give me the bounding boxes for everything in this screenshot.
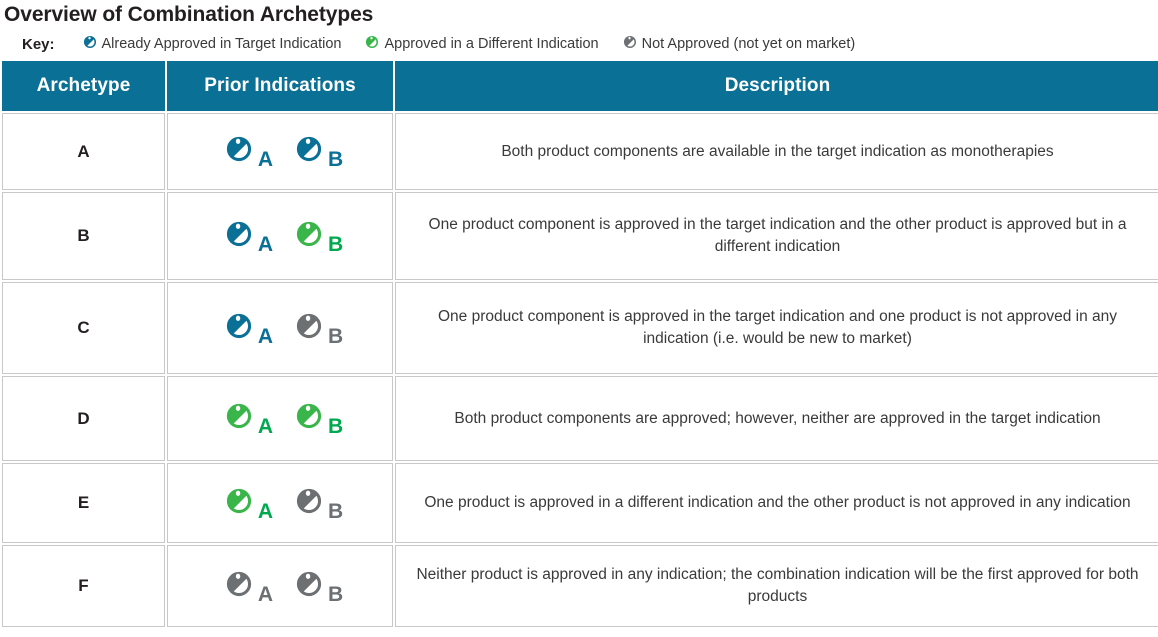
pill-letter: B	[328, 148, 344, 171]
pill-pair: AB	[168, 127, 392, 176]
key-item-label: Already Approved in Target Indication	[101, 36, 342, 52]
table-body: A A B Both product components are available…	[2, 113, 1158, 627]
pill-icon-gray	[217, 562, 261, 611]
pill-icon-blue	[217, 212, 261, 261]
archetype-letter-cell: B	[2, 192, 165, 280]
pill-group: B	[287, 212, 343, 261]
pill-icon-green	[287, 394, 331, 443]
page-title: Overview of Combination Archetypes	[4, 3, 374, 26]
pill-letter: B	[328, 582, 344, 606]
pill-group: B	[287, 304, 343, 353]
pill-letter: B	[328, 499, 344, 523]
table-row: C A B One product component is approved in …	[2, 282, 1158, 374]
pill-icon-gray	[287, 479, 331, 528]
column-header-prior-indications: Prior Indications	[167, 61, 393, 111]
pill-group: A	[217, 562, 273, 611]
pill-group: A	[217, 479, 273, 528]
pill-icon-blue	[79, 31, 101, 58]
pill-group: B	[287, 562, 343, 611]
pill-icon-gray	[287, 304, 331, 353]
table-row: E A B One product is approved in a differen…	[2, 463, 1158, 543]
archetype-letter-cell: D	[2, 376, 165, 461]
pill-letter: A	[257, 499, 273, 523]
pill-icon-green	[217, 479, 261, 528]
pill-letter: A	[257, 582, 273, 606]
table-row: B A B One product component is approved in …	[2, 192, 1158, 280]
pill-letter: B	[328, 232, 344, 256]
archetype-letter-cell: E	[2, 463, 165, 543]
pill-pair: AB	[168, 212, 392, 261]
pill-group: B	[287, 127, 343, 176]
table-row: F A B Neither product is approved in any in…	[2, 545, 1158, 627]
pill-icon-blue	[217, 127, 261, 176]
pill-group: A	[217, 212, 273, 261]
key-item-already-approved: Already Approved in Target Indication	[79, 31, 342, 58]
pill-pair: AB	[168, 479, 392, 528]
key-label: Key:	[22, 35, 55, 53]
pill-letter: B	[328, 415, 344, 438]
description-cell: One product component is approved in the…	[395, 282, 1158, 374]
prior-indications-cell: AB	[167, 113, 393, 190]
pill-group: B	[287, 479, 343, 528]
description-cell: One product is approved in a different i…	[395, 463, 1158, 543]
pill-letter: A	[257, 232, 273, 256]
key-item-label: Approved in a Different Indication	[384, 36, 599, 52]
pill-group: B	[287, 394, 343, 443]
pill-group: A	[217, 304, 273, 353]
archetype-table: Archetype Prior Indications Description …	[0, 59, 1158, 629]
table-row: A A B Both product components are available…	[2, 113, 1158, 190]
pill-pair: AB	[168, 562, 392, 611]
table-header-row: Archetype Prior Indications Description	[2, 61, 1158, 111]
pill-letter: A	[257, 324, 273, 348]
pill-group: A	[217, 127, 273, 176]
pill-letter: B	[328, 324, 344, 348]
pill-group: A	[217, 394, 273, 443]
pill-icon-blue	[217, 304, 261, 353]
prior-indications-cell: AB	[167, 463, 393, 543]
key-legend: Key: Already Approved in Target Indicati…	[0, 28, 1158, 56]
column-header-archetype: Archetype	[2, 61, 165, 111]
pill-letter: A	[257, 148, 273, 171]
archetype-letter-cell: A	[2, 113, 165, 190]
column-header-description: Description	[395, 61, 1158, 111]
pill-icon-blue	[287, 127, 331, 176]
prior-indications-cell: AB	[167, 376, 393, 461]
archetype-letter-cell: F	[2, 545, 165, 627]
description-cell: Both product components are available in…	[395, 113, 1158, 190]
key-item-different-indication: Approved in a Different Indication	[361, 31, 599, 58]
pill-icon-gray	[619, 31, 641, 58]
pill-icon-green	[217, 394, 261, 443]
description-cell: One product component is approved in the…	[395, 192, 1158, 280]
prior-indications-cell: AB	[167, 545, 393, 627]
prior-indications-cell: AB	[167, 282, 393, 374]
key-item-not-approved: Not Approved (not yet on market)	[619, 31, 856, 58]
table-row: D A B Both product components are approved;…	[2, 376, 1158, 461]
pill-icon-green	[287, 212, 331, 261]
description-cell: Neither product is approved in any indic…	[395, 545, 1158, 627]
key-item-label: Not Approved (not yet on market)	[641, 36, 856, 52]
prior-indications-cell: AB	[167, 192, 393, 280]
description-cell: Both product components are approved; ho…	[395, 376, 1158, 461]
pill-letter: A	[257, 415, 273, 438]
pill-pair: AB	[168, 394, 392, 443]
pill-icon-green	[361, 31, 383, 58]
pill-pair: AB	[168, 304, 392, 353]
archetype-letter-cell: C	[2, 282, 165, 374]
pill-icon-gray	[287, 562, 331, 611]
